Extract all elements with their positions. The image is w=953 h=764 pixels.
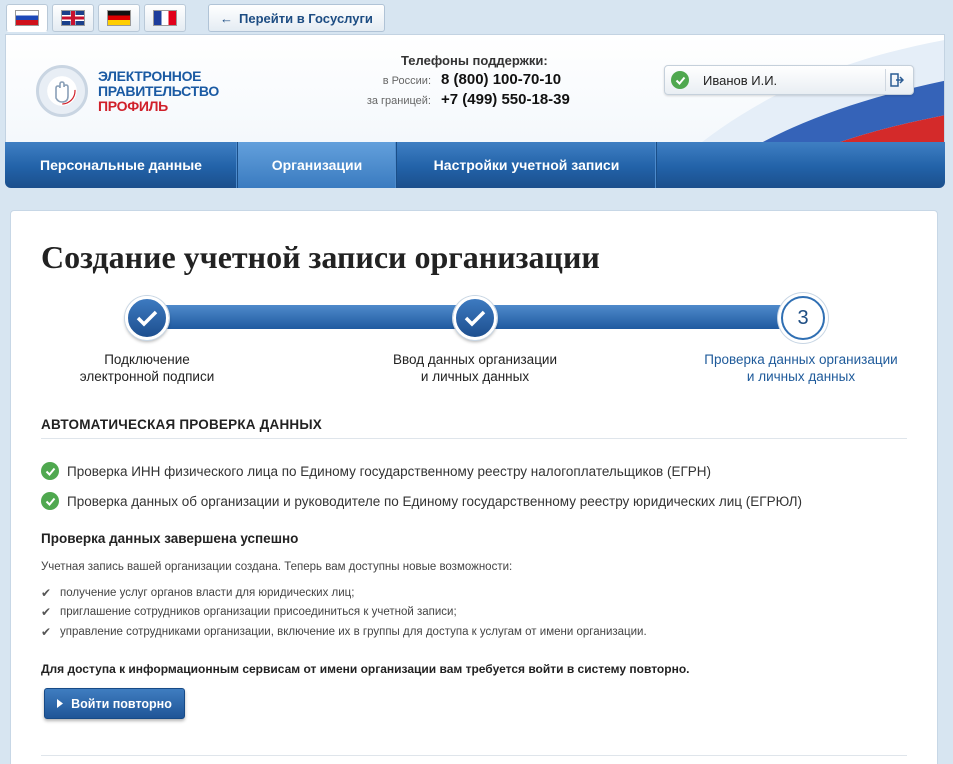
user-panel[interactable]: Иванов И.И. xyxy=(664,65,914,95)
feature-item: ✔ управление сотрудниками организации, в… xyxy=(41,625,647,639)
step-3-current-badge: 3 xyxy=(781,296,825,340)
logo[interactable]: ЭЛЕКТРОННОЕ ПРАВИТЕЛЬСТВО ПРОФИЛЬ xyxy=(36,65,219,117)
access-note: Для доступа к информационным сервисам от… xyxy=(41,662,690,676)
support-title: Телефоны поддержки: xyxy=(401,53,548,68)
site-header: ЭЛЕКТРОННОЕ ПРАВИТЕЛЬСТВО ПРОФИЛЬ Телефо… xyxy=(5,34,945,142)
germany-flag-icon xyxy=(107,10,131,26)
page-title: Создание учетной записи организации xyxy=(41,239,600,275)
check-icon xyxy=(41,492,59,510)
relogin-button-label: Войти повторно xyxy=(71,696,172,711)
logo-line-1: ЭЛЕКТРОННОЕ xyxy=(98,67,202,84)
feature-text: получение услуг органов власти для юриди… xyxy=(60,587,355,599)
language-fr-button[interactable] xyxy=(144,4,186,32)
step-2-label: Ввод данных организации и личных данных xyxy=(365,351,585,385)
phone-russia-label: в России: xyxy=(382,75,431,87)
nav-tab-personal-data[interactable]: Персональные данные xyxy=(5,142,238,188)
nav-tab-organizations[interactable]: Организации xyxy=(238,142,397,188)
phone-abroad-row: за границей: +7 (499) 550-18-39 xyxy=(356,91,570,108)
logo-text: ЭЛЕКТРОННОЕ ПРАВИТЕЛЬСТВО ПРОФИЛЬ xyxy=(98,67,219,114)
nav-tab-label: Организации xyxy=(271,157,363,173)
phone-abroad-number: +7 (499) 550-18-39 xyxy=(441,91,570,108)
logout-icon[interactable] xyxy=(885,69,907,91)
check-icon xyxy=(41,462,59,480)
nav-tab-label: Настройки учетной записи xyxy=(433,157,620,173)
checkmark-icon: ✔ xyxy=(41,586,52,600)
step-2-done-icon xyxy=(453,296,497,340)
logo-line-2: ПРАВИТЕЛЬСТВО xyxy=(98,82,219,99)
arrow-left-icon: ← xyxy=(220,10,233,26)
step-1-label: Подключение электронной подписи xyxy=(37,351,257,385)
section-title: АВТОМАТИЧЕСКАЯ ПРОВЕРКА ДАННЫХ xyxy=(41,417,322,432)
step-3-line-2: и личных данных xyxy=(746,369,856,384)
feature-text: управление сотрудниками организации, вкл… xyxy=(60,626,647,638)
goto-gosuslugi-label: Перейти в Госуслуги xyxy=(239,10,373,26)
check-item: Проверка ИНН физического лица по Единому… xyxy=(41,462,711,480)
success-title: Проверка данных завершена успешно xyxy=(41,531,299,546)
language-switcher xyxy=(6,4,186,34)
hand-emblem-icon xyxy=(36,65,88,117)
user-name[interactable]: Иванов И.И. xyxy=(703,73,885,88)
info-text: Учетная запись вашей организации создана… xyxy=(41,561,513,573)
russia-flag-icon xyxy=(15,10,39,26)
check-item-text: Проверка ИНН физического лица по Единому… xyxy=(67,463,712,479)
nav-tab-account-settings[interactable]: Настройки учетной записи xyxy=(397,142,657,188)
checkmark-icon: ✔ xyxy=(41,605,52,619)
main-content: Создание учетной записи организации 3 По… xyxy=(10,210,938,764)
bottom-divider xyxy=(41,755,907,756)
section-divider xyxy=(41,438,907,439)
step-1-line-1: Подключение xyxy=(104,352,190,367)
step-1-done-icon xyxy=(125,296,169,340)
feature-item: ✔ получение услуг органов власти для юри… xyxy=(41,586,354,600)
check-item-text: Проверка данных об организации и руковод… xyxy=(67,493,802,509)
step-2-line-2: и личных данных xyxy=(420,369,530,384)
check-icon xyxy=(671,71,689,89)
step-3-line-1: Проверка данных организации xyxy=(704,352,898,367)
step-3-label: Проверка данных организации и личных дан… xyxy=(691,351,911,385)
feature-item: ✔ приглашение сотрудников организации пр… xyxy=(41,605,457,619)
phone-russia-number: 8 (800) 100-70-10 xyxy=(441,71,562,88)
goto-gosuslugi-button[interactable]: ← Перейти в Госуслуги xyxy=(208,4,385,32)
step-2-line-1: Ввод данных организации xyxy=(392,352,558,367)
nav-tab-label: Персональные данные xyxy=(40,157,202,173)
main-nav: Персональные данные Организации Настройк… xyxy=(5,142,945,188)
phone-abroad-label: за границей: xyxy=(366,95,431,107)
language-en-button[interactable] xyxy=(52,4,94,32)
support-phones: Телефоны поддержки: в России: 8 (800) 10… xyxy=(356,53,570,108)
language-ru-button[interactable] xyxy=(6,4,48,32)
logo-line-3: ПРОФИЛЬ xyxy=(98,97,168,114)
step-1-line-2: электронной подписи xyxy=(79,369,215,384)
france-flag-icon xyxy=(153,10,177,26)
play-arrow-icon xyxy=(57,697,64,711)
phone-russia-row: в России: 8 (800) 100-70-10 xyxy=(356,71,570,88)
uk-flag-icon xyxy=(61,10,85,26)
language-de-button[interactable] xyxy=(98,4,140,32)
feature-text: приглашение сотрудников организации прис… xyxy=(60,606,457,618)
relogin-button[interactable]: Войти повторно xyxy=(44,688,185,719)
checkmark-icon: ✔ xyxy=(41,625,52,639)
check-item: Проверка данных об организации и руковод… xyxy=(41,492,802,510)
